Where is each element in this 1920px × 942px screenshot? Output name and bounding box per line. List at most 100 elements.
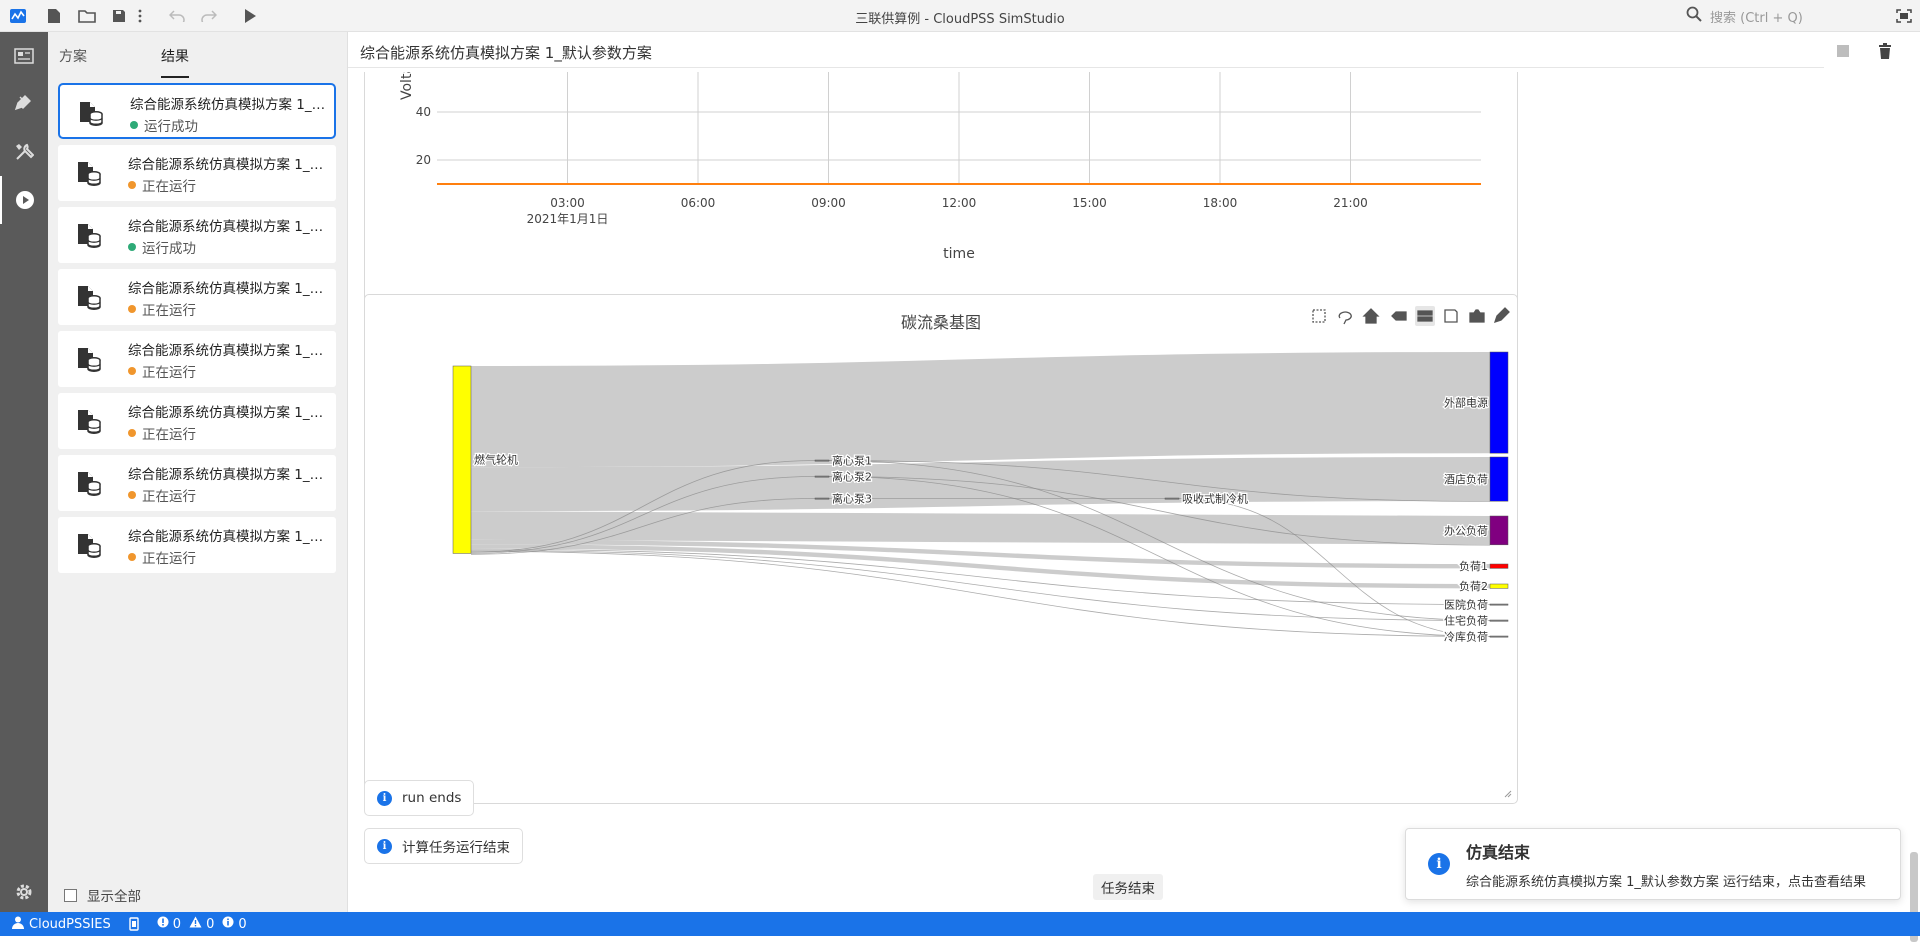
stop-icon[interactable] — [1832, 40, 1854, 62]
search-input[interactable]: 搜索 (Ctrl + Q) — [1686, 4, 1866, 28]
sankey-node — [814, 459, 830, 462]
info-icon: i — [1428, 853, 1450, 875]
carbon-sankey-chart[interactable]: 碳流桑基图燃气轮机 离心泵1 离心泵2 离心泵3 吸收式制冷机 外部电源酒店负荷办公负荷负… — [365, 295, 1517, 803]
sankey-node — [1489, 515, 1509, 546]
sankey-node-label: 离心泵1 — [832, 454, 872, 468]
x-tick-label: 15:00 — [1072, 196, 1107, 210]
run-results-icon[interactable] — [0, 176, 48, 224]
result-item[interactable]: 综合能源系统仿真模拟方案 1_默认参数方案正在运行 — [58, 517, 336, 573]
sankey-node — [1164, 497, 1180, 500]
warning-count[interactable]: 0 — [189, 916, 220, 932]
undo-icon[interactable] — [167, 6, 187, 26]
x-tick-label: 06:00 — [681, 196, 716, 210]
active-mode-bg — [1415, 306, 1435, 326]
hover-compare-icon[interactable] — [1415, 306, 1435, 326]
modebar-glyph — [1391, 311, 1407, 321]
result-item[interactable]: 综合能源系统仿真模拟方案 1_默认参数方案正在运行 — [58, 269, 336, 325]
status-text: 正在运行 — [142, 303, 196, 319]
more-icon[interactable] — [135, 6, 145, 26]
result-status: 正在运行 — [128, 485, 196, 505]
result-item[interactable]: 综合能源系统仿真模拟方案 1_默认参数方案正在运行 — [58, 145, 336, 201]
error-count[interactable]: 0 — [157, 916, 187, 932]
title-divider — [348, 67, 1824, 68]
edit-icon[interactable] — [1493, 307, 1510, 324]
fullscreen-icon[interactable] — [1894, 6, 1914, 26]
checkbox-box[interactable] — [64, 888, 77, 902]
sankey-node — [1489, 583, 1509, 589]
delete-trash-icon[interactable] — [1874, 40, 1896, 62]
tools-icon[interactable] — [0, 128, 48, 176]
sankey-node-label: 离心泵2 — [832, 470, 872, 484]
sankey-node — [814, 475, 830, 478]
status-text: 正在运行 — [142, 179, 196, 195]
sankey-node-label: 负荷2 — [1459, 579, 1488, 593]
camera-icon[interactable] — [1469, 309, 1485, 323]
result-item[interactable]: 综合能源系统仿真模拟方案 1_默认参数方案运行成功 — [58, 207, 336, 263]
sankey-node — [1489, 351, 1509, 454]
notification-toast[interactable]: i 仿真结束 综合能源系统仿真模拟方案 1_默认参数方案 运行结束，点击查看结果 — [1405, 828, 1901, 900]
result-item[interactable]: 综合能源系统仿真模拟方案 1_默认参数方案正在运行 — [58, 331, 336, 387]
toast-title: 仿真结束 — [1466, 843, 1531, 862]
result-file-icon — [74, 530, 102, 560]
y-tick-label: 20 — [416, 153, 431, 167]
toast-body: 综合能源系统仿真模拟方案 1_默认参数方案 运行结束，点击查看结果 — [1466, 875, 1867, 890]
warning-count-value: 0 — [206, 916, 215, 932]
result-status: 正在运行 — [128, 547, 196, 567]
overview-icon[interactable] — [0, 32, 48, 80]
document-title: 综合能源系统仿真模拟方案 1_默认参数方案 — [360, 44, 652, 62]
run-icon[interactable] — [240, 6, 260, 26]
warning-icon — [189, 916, 202, 932]
message-run-ends: i run ends — [364, 780, 475, 816]
status-text: 正在运行 — [142, 551, 196, 567]
result-file-icon — [74, 344, 102, 374]
device-icon[interactable] — [129, 917, 139, 931]
sankey-node-label: 离心泵3 — [832, 492, 872, 506]
status-bar: CloudPSSIES 0 0 0 — [0, 912, 1920, 936]
sankey-chart-panel: 碳流桑基图 燃气轮机 离心泵1 离心泵2 离心泵3 吸收式制冷机 外部电源 酒店负荷 办公负荷负… — [364, 294, 1518, 804]
open-folder-icon[interactable] — [77, 6, 97, 26]
chart-title: 碳流桑基图 — [901, 313, 981, 332]
x-tick-label: 21:00 — [1333, 196, 1368, 210]
box-select-icon[interactable] — [1312, 309, 1326, 323]
sankey-node — [1489, 563, 1509, 569]
x-tick-label: 09:00 — [811, 196, 846, 210]
message-task-finished: i 计算任务运行结束 — [364, 828, 523, 864]
status-text: 正在运行 — [142, 427, 196, 443]
plugin-icon[interactable] — [0, 80, 48, 128]
status-dot — [128, 305, 136, 313]
user-account[interactable]: CloudPSSIES — [12, 916, 111, 933]
result-item[interactable]: 综合能源系统仿真模拟方案 1_默认参数方案正在运行 — [58, 393, 336, 449]
info-count[interactable]: 0 — [222, 916, 252, 932]
show-all-checkbox[interactable]: 显示全部 — [64, 885, 141, 905]
settings-gear-icon[interactable] — [0, 868, 48, 916]
voltage-line-chart[interactable]: 03:00 2021年1月1日 06:00 09:00 12:00 15:00 18:00 2… — [365, 47, 1517, 314]
result-item[interactable]: 综合能源系统仿真模拟方案 1_默认参数方案运行成功 — [58, 83, 336, 139]
home-icon[interactable] — [1362, 308, 1380, 324]
result-name: 综合能源系统仿真模拟方案 1_默认参数方案 — [128, 405, 328, 421]
status-dot — [130, 121, 138, 129]
message-text: run ends — [402, 790, 462, 806]
x-tick-label: 03:00 — [550, 196, 585, 210]
new-file-icon[interactable] — [44, 6, 64, 26]
active-tab-underline — [161, 76, 189, 78]
sankey-node-label: 办公负荷 — [1444, 523, 1488, 537]
tab-results[interactable]: 结果 — [161, 46, 189, 66]
show-all-label: 显示全部 — [87, 889, 141, 905]
lasso-icon[interactable] — [1338, 311, 1352, 325]
hover-closest-icon[interactable] — [1391, 311, 1407, 321]
result-status: 运行成功 — [130, 115, 198, 135]
x-axis-label: time — [943, 246, 975, 262]
save-icon[interactable] — [1444, 309, 1458, 323]
result-item[interactable]: 综合能源系统仿真模拟方案 1_默认参数方案正在运行 — [58, 455, 336, 511]
voltage-chart-panel: 03:00 2021年1月1日 06:00 09:00 12:00 15:00 18:00 2… — [364, 47, 1518, 316]
user-icon — [12, 916, 24, 933]
tab-schemes[interactable]: 方案 — [59, 46, 87, 66]
redo-icon[interactable] — [199, 6, 219, 26]
info-icon: i — [377, 838, 392, 854]
save-icon[interactable] — [109, 6, 129, 26]
status-dot — [128, 243, 136, 251]
error-icon — [157, 916, 169, 932]
status-dot — [128, 429, 136, 437]
sankey-node-label: 医院负荷 — [1444, 598, 1488, 612]
sankey-link — [470, 457, 1491, 512]
